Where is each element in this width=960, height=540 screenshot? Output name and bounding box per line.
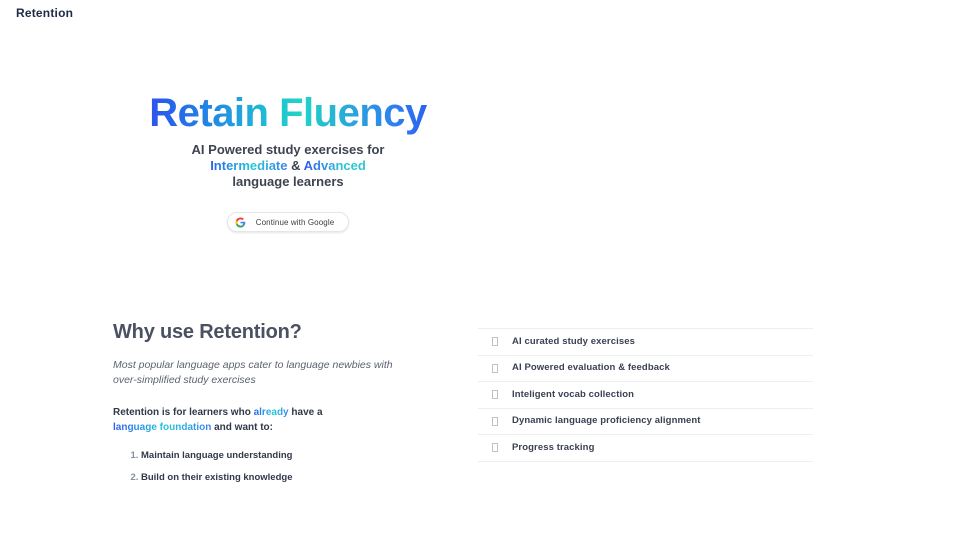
list-item: Maintain language understanding [141, 449, 443, 463]
feature-list: AI curated study exercises AI Powered ev… [478, 328, 813, 462]
why-lead-part3: and want to: [214, 422, 273, 433]
hero-subtitle-conjunction: & [291, 158, 301, 173]
hero-highlight-advanced: Advanced [303, 158, 366, 173]
list-item[interactable]: Dynamic language proficiency alignment [478, 409, 813, 435]
missing-glyph-icon [478, 416, 512, 426]
hero-section: Retain Fluency AI Powered study exercise… [78, 24, 498, 232]
google-g-icon [235, 216, 246, 228]
why-left-column: Why use Retention? Most popular language… [113, 320, 443, 493]
feature-list-column: AI curated study exercises AI Powered ev… [478, 320, 813, 493]
why-heading: Why use Retention? [113, 321, 302, 343]
list-item[interactable]: Progress tracking [478, 435, 813, 462]
list-item[interactable]: AI curated study exercises [478, 329, 813, 356]
site-header: Retention [0, 0, 960, 24]
missing-glyph-icon [478, 443, 512, 453]
why-lead-text: Retention is for learners who already ha… [113, 405, 353, 435]
hero-subtitle-line3: language learners [232, 174, 344, 189]
feature-label: Inteligent vocab collection [512, 388, 634, 400]
why-benefit-label: Build on their existing knowledge [141, 472, 293, 483]
why-lead-part2: have a [291, 407, 323, 418]
brand-logo[interactable]: Retention [16, 6, 960, 20]
missing-glyph-icon [478, 390, 512, 400]
continue-with-google-button[interactable]: Continue with Google [226, 212, 350, 232]
feature-label: Progress tracking [512, 441, 595, 453]
list-item: Build on their existing knowledge [141, 471, 443, 485]
hero-subtitle-line1: AI Powered study exercises for [191, 142, 385, 157]
hero-highlight-intermediate: Intermediate [210, 158, 288, 173]
missing-glyph-icon [478, 363, 512, 373]
why-benefit-label: Maintain language understanding [141, 450, 293, 461]
continue-with-google-label: Continue with Google [255, 217, 335, 227]
why-section: Why use Retention? Most popular language… [0, 320, 960, 493]
list-item[interactable]: AI Powered evaluation & feedback [478, 356, 813, 382]
auth-actions: Continue with Google [78, 212, 498, 232]
feature-label: AI Powered evaluation & feedback [512, 362, 670, 374]
why-highlight-already: already [253, 407, 289, 418]
why-highlight-language-foundation: language foundation [113, 422, 212, 433]
page-title: Retain Fluency [78, 90, 498, 136]
why-lead-part1: Retention is for learners who [113, 407, 251, 418]
feature-label: Dynamic language proficiency alignment [512, 415, 701, 427]
why-benefits-list: Maintain language understanding Build on… [113, 449, 443, 485]
list-item[interactable]: Inteligent vocab collection [478, 382, 813, 409]
feature-label: AI curated study exercises [512, 335, 635, 347]
hero-subtitle: AI Powered study exercises for Intermedi… [78, 142, 498, 190]
missing-glyph-icon [478, 337, 512, 347]
why-intro-text: Most popular language apps cater to lang… [113, 359, 393, 386]
